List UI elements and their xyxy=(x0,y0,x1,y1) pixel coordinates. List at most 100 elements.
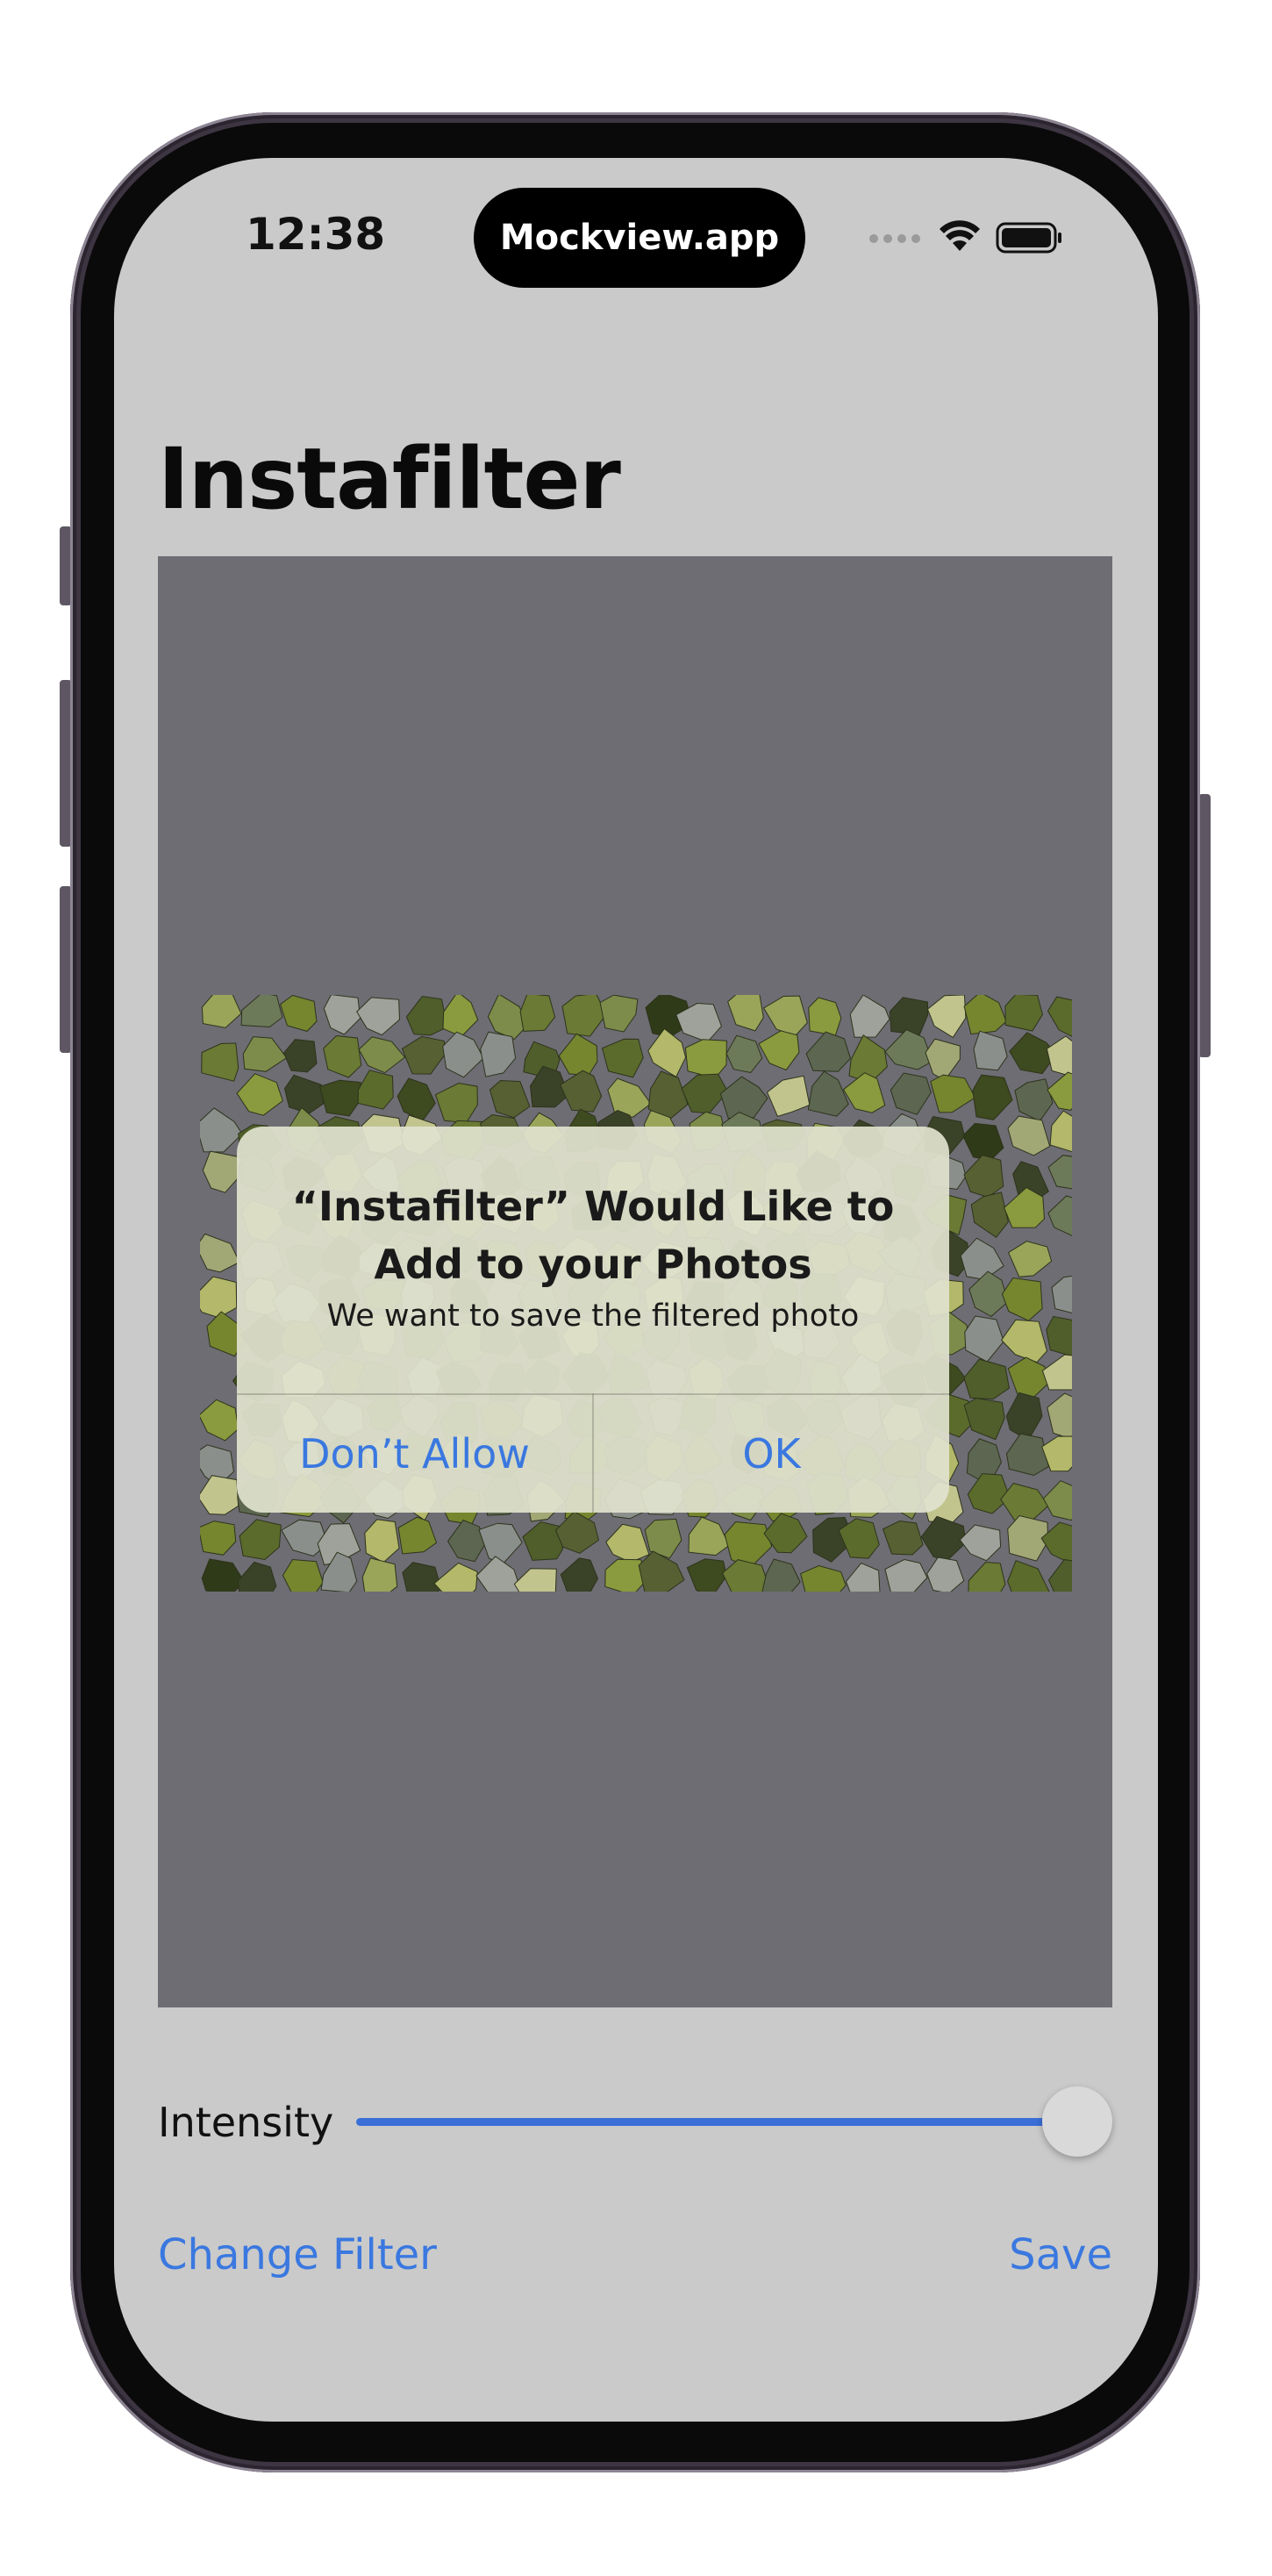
intensity-slider[interactable] xyxy=(356,2079,1112,2167)
mosaic-cell xyxy=(1046,1035,1072,1077)
battery-icon xyxy=(996,222,1061,254)
mosaic-cell xyxy=(475,1556,522,1592)
mosaic-cell xyxy=(282,1558,324,1592)
mosaic-cell xyxy=(721,1559,769,1592)
permission-alert: “Instafilter” Would Like to Add to your … xyxy=(237,1127,949,1513)
alert-title-line-2: Add to your Photos xyxy=(374,1241,812,1288)
mosaic-cell xyxy=(647,1027,687,1078)
mosaic-cell xyxy=(442,1031,484,1078)
mosaic-cell xyxy=(522,1521,563,1561)
mosaic-cell xyxy=(959,1524,1002,1562)
mosaic-cell xyxy=(684,1039,727,1079)
mosaic-cell xyxy=(889,997,929,1035)
mosaic-cell xyxy=(807,1070,849,1117)
dynamic-island: Mockview.app xyxy=(474,188,805,288)
mosaic-cell xyxy=(926,995,967,1039)
mosaic-cell xyxy=(964,1315,1004,1363)
mosaic-cell xyxy=(1047,996,1072,1037)
slider-fill xyxy=(356,2118,1077,2126)
mosaic-cell xyxy=(968,1561,1006,1592)
mosaic-cell xyxy=(970,1191,1009,1238)
mosaic-cell xyxy=(323,995,361,1035)
mosaic-cell xyxy=(972,1074,1013,1120)
mosaic-cell xyxy=(1005,1392,1043,1442)
mosaic-cell xyxy=(601,1038,644,1078)
mosaic-cell xyxy=(842,1072,886,1113)
power-button xyxy=(1198,794,1211,1057)
mosaic-cell xyxy=(967,1473,1011,1514)
mosaic-cell xyxy=(283,1039,318,1073)
mosaic-cell xyxy=(1007,1241,1053,1277)
mosaic-cell xyxy=(1042,1480,1072,1521)
mosaic-cell xyxy=(489,1079,531,1119)
mosaic-cell xyxy=(239,1519,282,1561)
mosaic-cell xyxy=(920,1515,967,1563)
mosaic-cell xyxy=(357,1070,394,1110)
mosaic-cell xyxy=(1041,1354,1072,1391)
mosaic-cell xyxy=(605,1523,650,1563)
mosaic-cell xyxy=(1049,1110,1072,1153)
mosaic-cell xyxy=(356,997,401,1036)
mosaic-cell xyxy=(201,1558,246,1592)
mosaic-cell xyxy=(200,1521,237,1556)
mosaic-cell xyxy=(1007,1115,1051,1156)
intensity-label: Intensity xyxy=(158,2099,334,2146)
mosaic-cell xyxy=(973,1030,1008,1071)
mosaic-cell xyxy=(1005,1433,1049,1477)
mosaic-cell xyxy=(963,1155,1004,1199)
mosaic-cell xyxy=(1047,1155,1072,1190)
alert-title: “Instafilter” Would Like to Add to your … xyxy=(254,1177,932,1293)
mosaic-cell xyxy=(478,1522,523,1565)
mosaic-cell xyxy=(513,1568,557,1592)
status-time: 12:38 xyxy=(246,209,386,260)
mosaic-cell xyxy=(882,1520,924,1556)
mosaic-cell xyxy=(884,1028,933,1070)
mosaic-cell xyxy=(283,1074,325,1114)
mosaic-cell xyxy=(1046,1315,1072,1357)
mosaic-cell xyxy=(925,1038,961,1081)
mosaic-cell xyxy=(800,1564,847,1592)
change-filter-button[interactable]: Change Filter xyxy=(158,2230,437,2279)
mosaic-cell xyxy=(849,995,890,1038)
mosaic-cell xyxy=(364,1519,400,1563)
page-title: Instafilter xyxy=(158,430,621,528)
mosaic-cell xyxy=(238,1561,277,1592)
mosaic-cell xyxy=(930,1074,976,1113)
mosaic-cell xyxy=(604,1558,646,1592)
mosaic-cell xyxy=(242,1036,288,1072)
mosaic-cell xyxy=(401,1035,447,1075)
mosaic-cell xyxy=(1000,1319,1048,1363)
save-button[interactable]: Save xyxy=(1009,2230,1112,2279)
mosaic-cell xyxy=(561,995,607,1037)
island-label: Mockview.app xyxy=(499,218,780,258)
slider-thumb[interactable] xyxy=(1042,2086,1112,2157)
mosaic-cell xyxy=(963,1398,1005,1441)
mosaic-cell xyxy=(236,1073,283,1116)
ok-button[interactable]: OK xyxy=(594,1395,949,1513)
mosaic-cell xyxy=(719,1076,768,1120)
alert-message: We want to save the filtered photo xyxy=(326,1299,860,1334)
mosaic-cell xyxy=(727,995,764,1032)
mosaic-cell xyxy=(638,1550,685,1592)
screen: 12:38 Mockview.app Instafilter “Instafil… xyxy=(114,158,1158,2422)
mosaic-cell xyxy=(688,1516,730,1556)
mosaic-cell xyxy=(480,1031,517,1077)
mosaic-cell xyxy=(644,1518,682,1559)
mosaic-cell xyxy=(926,1556,965,1592)
mosaic-cell xyxy=(758,1030,800,1071)
alert-title-line-1: “Instafilter” Would Like to xyxy=(291,1183,895,1230)
mosaic-cell xyxy=(200,1399,239,1442)
mosaic-cell xyxy=(559,1070,603,1113)
mosaic-cell xyxy=(319,1079,361,1117)
mosaic-cell xyxy=(200,1107,243,1153)
mosaic-cell xyxy=(845,1562,881,1592)
mosaic-cell xyxy=(808,997,842,1036)
mosaic-cell xyxy=(963,995,1007,1035)
mosaic-cell xyxy=(686,1558,727,1592)
mosaic-cell xyxy=(200,1276,238,1319)
dont-allow-button[interactable]: Don’t Allow xyxy=(237,1395,592,1513)
mosaic-cell xyxy=(725,1034,763,1074)
wifi-icon xyxy=(940,220,980,251)
mosaic-cell xyxy=(560,1557,599,1592)
mosaic-cell xyxy=(402,1562,442,1592)
